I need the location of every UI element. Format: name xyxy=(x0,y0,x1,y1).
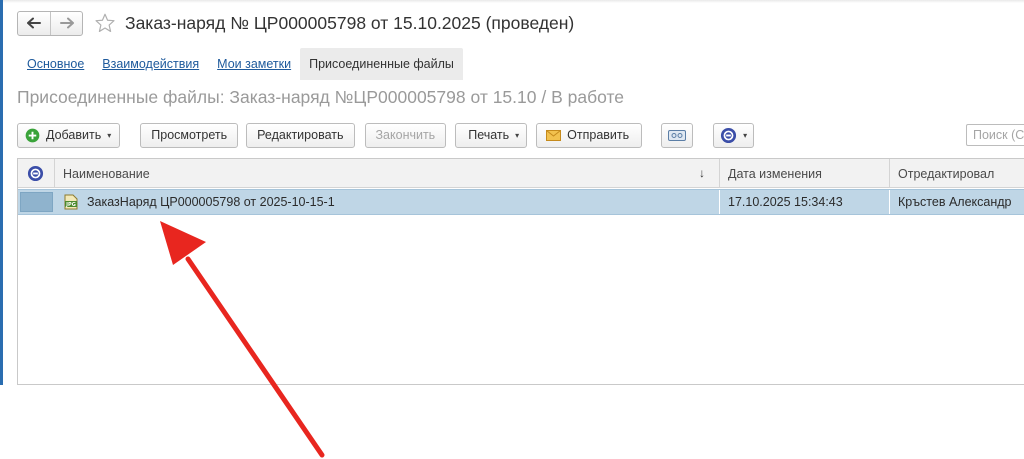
view-button[interactable]: Просмотреть xyxy=(140,122,239,148)
toolbar: Добавить ▾ Просмотреть Редактировать Зак… xyxy=(17,122,755,148)
arrow-right-icon xyxy=(59,17,74,29)
chevron-down-icon: ▾ xyxy=(107,130,112,140)
column-header-editor[interactable]: Отредактировал xyxy=(890,159,1024,188)
form-tabs: Основное Взаимодействия Мои заметки Прис… xyxy=(18,48,463,80)
annotation-arrow-shaft xyxy=(185,256,325,458)
title-row: Заказ-наряд № ЦР000005798 от 15.10.2025 … xyxy=(17,8,574,38)
add-button-label: Добавить xyxy=(46,128,102,142)
print-button-label: Печать xyxy=(468,128,510,142)
scanner-icon xyxy=(668,129,687,141)
send-button-label: Отправить xyxy=(567,128,630,142)
column-header-name-label: Наименование xyxy=(63,166,150,181)
cell-modified: 17.10.2025 15:34:43 xyxy=(720,190,890,214)
more-actions-button[interactable]: ▾ xyxy=(713,122,755,148)
cell-editor: Кръстев Александр xyxy=(898,195,1012,209)
page-title: Присоединенные файлы: Заказ-наряд №ЦР000… xyxy=(17,87,625,107)
finish-button[interactable]: Закончить xyxy=(364,122,447,148)
cell-name: JPG ЗаказНаряд ЦР000005798 от 2025-10-15… xyxy=(55,190,720,214)
window-left-accent xyxy=(0,0,3,385)
document-title: Заказ-наряд № ЦР000005798 от 15.10.2025 … xyxy=(125,12,575,33)
back-button[interactable] xyxy=(18,12,50,35)
column-header-modified[interactable]: Дата изменения xyxy=(720,159,890,188)
column-header-name[interactable]: Наименование ↓ xyxy=(55,159,720,188)
chevron-down-icon: ▾ xyxy=(515,130,520,140)
tab-my-notes[interactable]: Мои заметки xyxy=(208,48,300,80)
sort-down-icon: ↓ xyxy=(699,166,705,180)
scanner-button[interactable] xyxy=(661,122,694,148)
navigation-buttons xyxy=(17,10,83,36)
tab-attached-files[interactable]: Присоединенные файлы xyxy=(300,48,463,80)
arrow-left-icon xyxy=(27,17,41,29)
table-header: Наименование ↓ Дата изменения Отредактир… xyxy=(18,159,1024,188)
send-button[interactable]: Отправить xyxy=(536,122,643,148)
favorite-button[interactable] xyxy=(93,11,117,35)
tab-main[interactable]: Основное xyxy=(18,48,93,80)
forward-button[interactable] xyxy=(50,11,82,35)
jpg-file-icon: JPG xyxy=(64,194,78,210)
edit-button[interactable]: Редактировать xyxy=(246,122,355,148)
chevron-down-icon: ▾ xyxy=(743,130,748,140)
plus-circle-icon xyxy=(25,128,40,143)
tab-interactions[interactable]: Взаимодействия xyxy=(93,48,208,80)
top-edge xyxy=(0,0,1024,3)
search-input[interactable] xyxy=(966,124,1024,146)
svg-text:JPG: JPG xyxy=(65,202,76,208)
star-icon xyxy=(95,13,115,33)
table-row[interactable]: JPG ЗаказНаряд ЦР000005798 от 2025-10-15… xyxy=(18,189,1024,215)
annotation-arrow xyxy=(160,221,325,458)
annotation-arrow-head xyxy=(160,221,206,265)
file-name: ЗаказНаряд ЦР000005798 от 2025-10-15-1 xyxy=(87,195,335,209)
settings-gear-icon xyxy=(27,165,44,182)
row-marker xyxy=(20,192,53,212)
envelope-icon xyxy=(546,129,562,141)
column-header-icon[interactable] xyxy=(18,159,55,188)
add-button[interactable]: Добавить ▾ xyxy=(17,122,121,148)
settings-gear-icon xyxy=(721,127,737,143)
print-button[interactable]: Печать ▾ xyxy=(455,122,528,148)
